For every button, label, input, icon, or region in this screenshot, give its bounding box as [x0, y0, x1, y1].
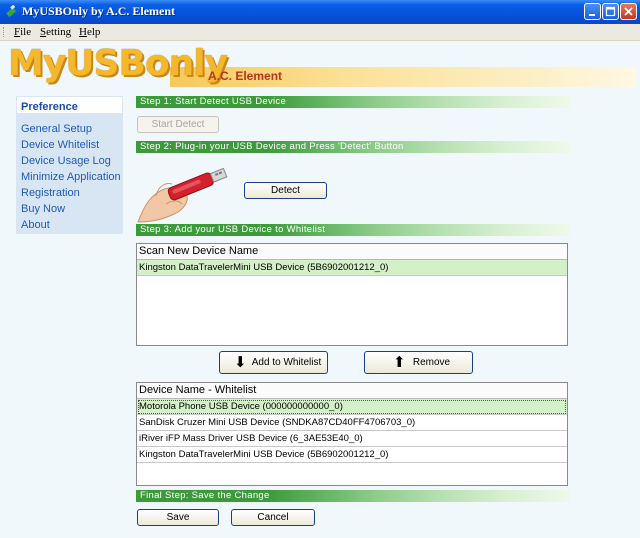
usb-plug-in-illustration: [137, 167, 228, 223]
banner: MyUSBonly A.C. Element: [0, 41, 640, 91]
menu-help[interactable]: Help: [79, 26, 100, 38]
menu-file[interactable]: File: [14, 26, 31, 38]
maximize-button[interactable]: [602, 3, 619, 20]
menu-bar: File Setting Help: [0, 24, 640, 41]
list-item[interactable]: Motorola Phone USB Device (000000000000_…: [137, 399, 567, 415]
sidebar-item-device-whitelist[interactable]: Device Whitelist: [21, 137, 123, 153]
title-bar[interactable]: MyUSBOnly by A.C. Element: [0, 0, 640, 24]
remove-button[interactable]: ⬆ Remove: [364, 351, 473, 374]
minimize-icon: [589, 14, 595, 16]
preference-sidebar: Preference General Setup Device Whitelis…: [16, 96, 123, 234]
list-item[interactable]: Kingston DataTravelerMini USB Device (5B…: [137, 447, 567, 463]
step1-header: Step 1: Start Detect USB Device: [136, 96, 570, 108]
arrow-up-icon: ⬆: [393, 354, 406, 371]
scan-list-header[interactable]: Scan New Device Name: [137, 244, 567, 260]
cancel-button[interactable]: Cancel: [231, 509, 315, 526]
sidebar-menu: General Setup Device Whitelist Device Us…: [16, 114, 123, 233]
whitelist-header[interactable]: Device Name - Whitelist: [137, 383, 567, 399]
close-button[interactable]: [620, 3, 637, 20]
minimize-button[interactable]: [584, 3, 601, 20]
maximize-icon: [605, 6, 616, 17]
sidebar-item-about[interactable]: About: [21, 217, 123, 233]
list-item[interactable]: iRiver iFP Mass Driver USB Device (6_3AE…: [137, 431, 567, 447]
detect-button[interactable]: Detect: [244, 182, 327, 199]
sidebar-item-buy-now[interactable]: Buy Now: [21, 201, 123, 217]
sidebar-item-device-usage-log[interactable]: Device Usage Log: [21, 153, 123, 169]
step3-header: Step 3: Add your USB Device to Whitelist: [136, 224, 570, 236]
add-to-whitelist-button[interactable]: ⬇ Add to Whitelist: [219, 351, 328, 374]
menu-grip: [3, 27, 7, 37]
app-window: MyUSBOnly by A.C. Element File Setting H…: [0, 0, 640, 538]
whitelist-list[interactable]: Device Name - Whitelist Motorola Phone U…: [136, 382, 568, 486]
arrow-down-icon: ⬇: [234, 354, 247, 371]
sidebar-item-registration[interactable]: Registration: [21, 185, 123, 201]
sidebar-heading: Preference: [16, 96, 123, 114]
app-logo: MyUSBonly: [8, 43, 228, 84]
save-button[interactable]: Save: [137, 509, 219, 526]
window-title: MyUSBOnly by A.C. Element: [22, 4, 176, 18]
step2-header: Step 2: Plug-in your USB Device and Pres…: [136, 141, 570, 153]
close-icon: [624, 7, 633, 16]
logo-text: MyUSBonly: [8, 43, 228, 84]
scan-device-list[interactable]: Scan New Device Name Kingston DataTravel…: [136, 243, 568, 346]
sidebar-item-minimize-application[interactable]: Minimize Application: [21, 169, 123, 185]
sidebar-item-general-setup[interactable]: General Setup: [21, 121, 123, 137]
usb-app-icon: [6, 4, 17, 18]
final-step-header: Final Step: Save the Change: [136, 490, 570, 502]
list-item[interactable]: Kingston DataTravelerMini USB Device (5B…: [137, 260, 567, 276]
start-detect-button[interactable]: Start Detect: [137, 116, 219, 133]
brand-name: A.C. Element: [208, 69, 283, 83]
list-item[interactable]: SanDisk Cruzer Mini USB Device (SNDKA87C…: [137, 415, 567, 431]
menu-setting[interactable]: Setting: [40, 26, 71, 38]
